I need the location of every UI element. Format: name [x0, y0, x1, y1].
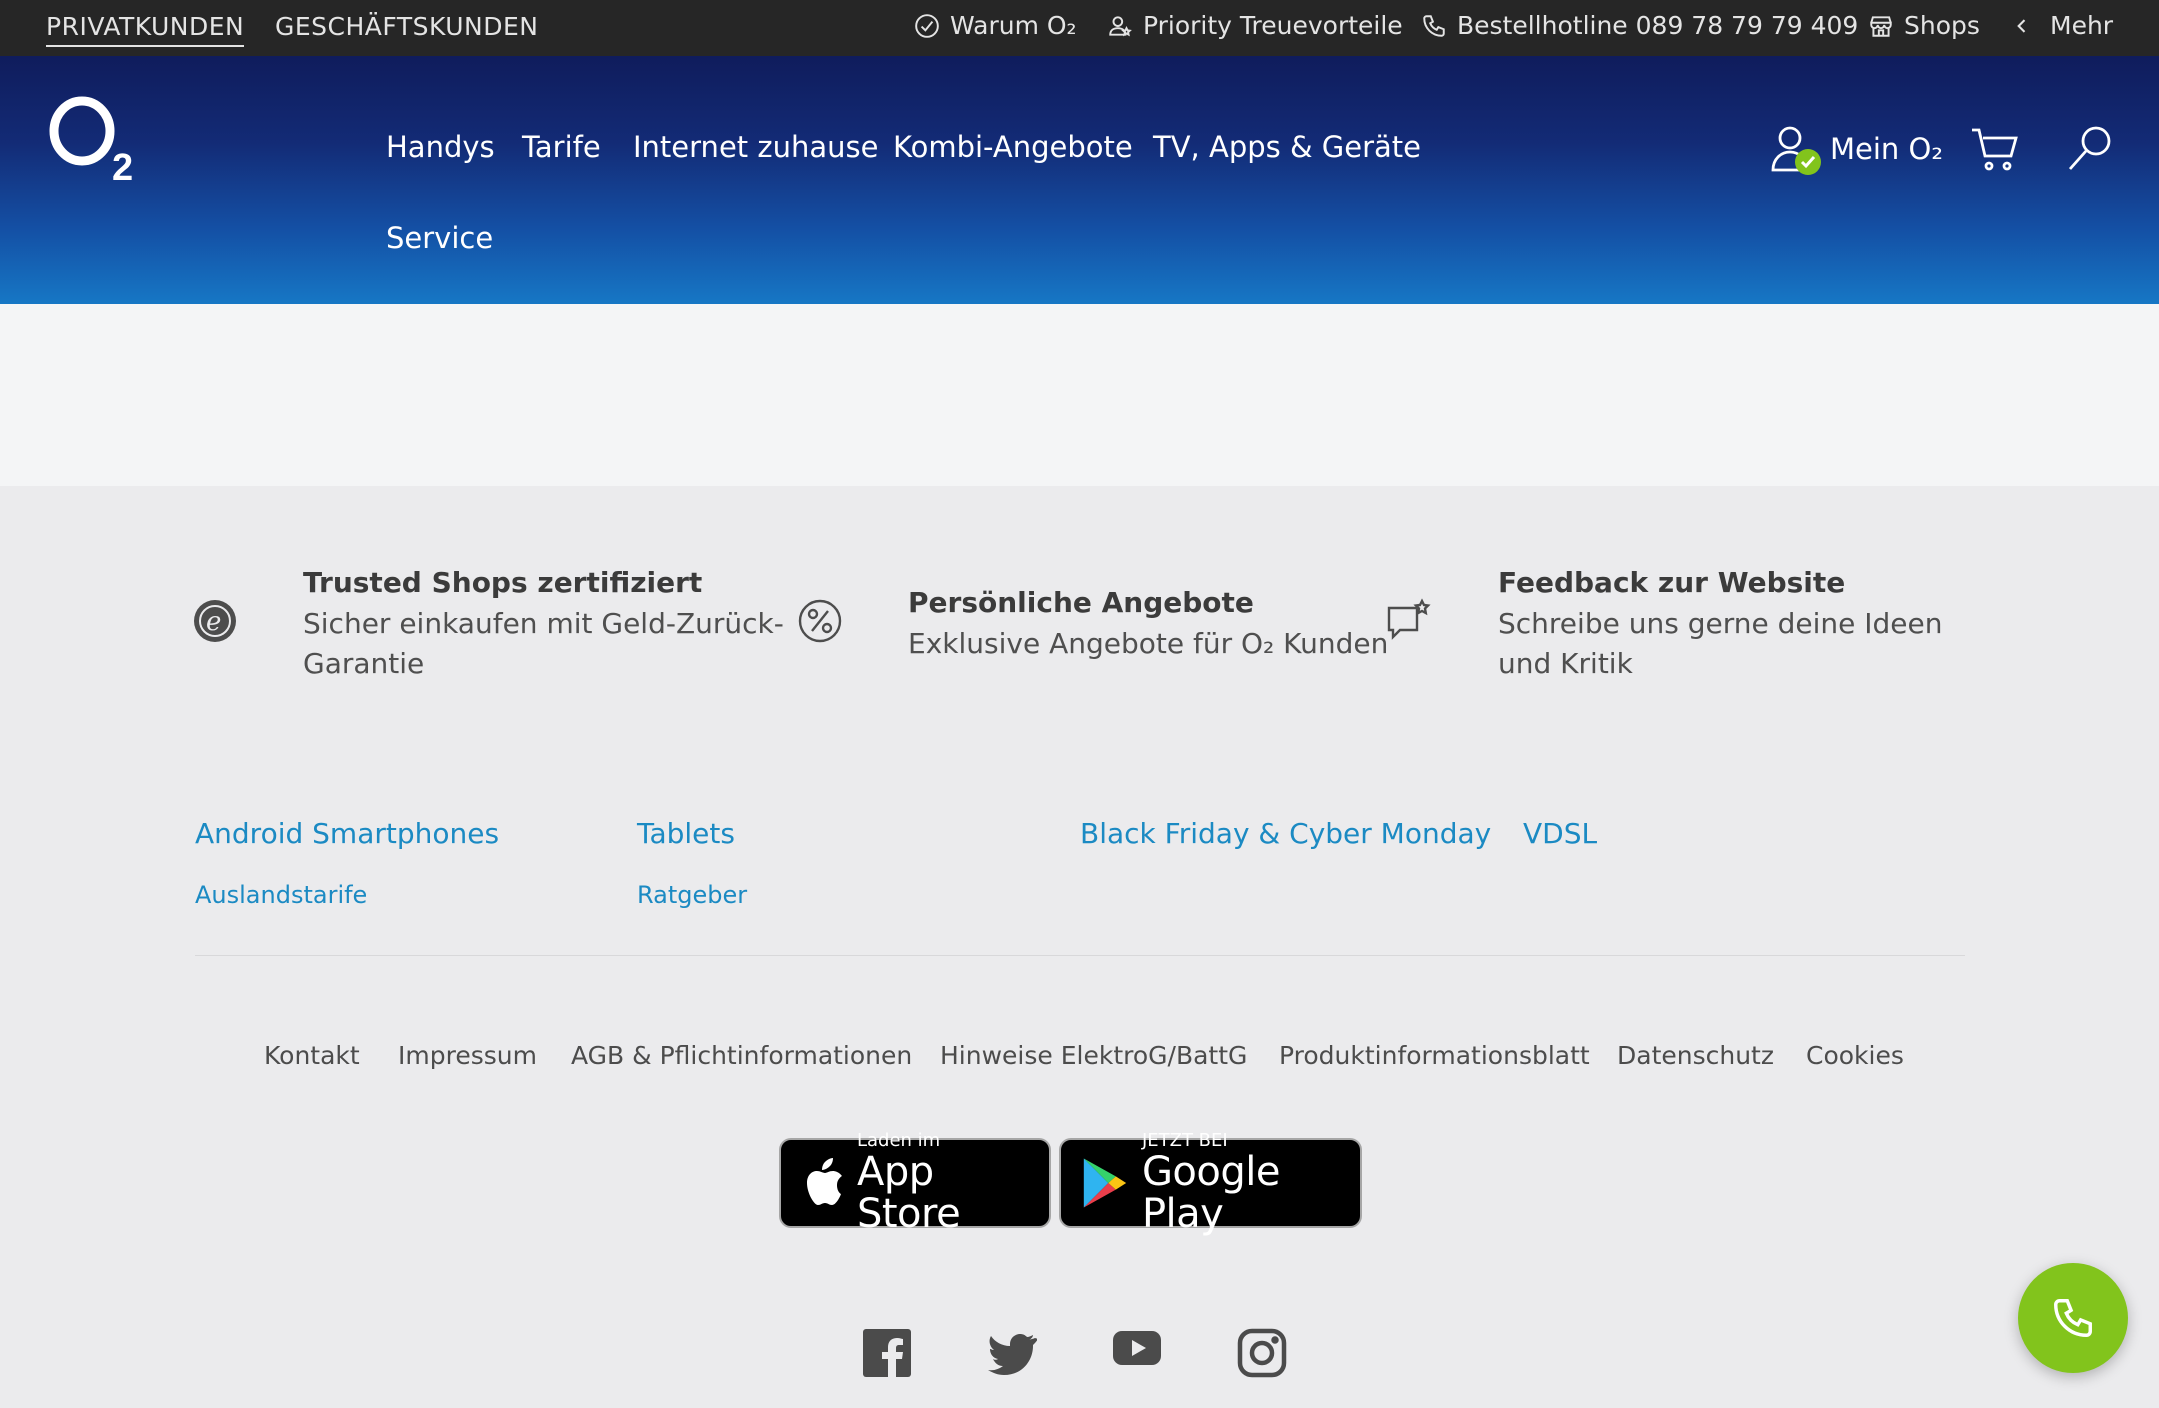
facebook-icon[interactable] — [862, 1328, 912, 1378]
percent-icon — [798, 599, 842, 643]
shops-link[interactable]: Shops — [1868, 11, 1980, 40]
top-bar: PRIVATKUNDEN GESCHÄFTSKUNDEN Warum O₂ Pr… — [0, 0, 2159, 56]
segment-privatkunden[interactable]: PRIVATKUNDEN — [46, 12, 245, 47]
trust-sub-2a: Exklusive Angebote für O₂ Kunden — [908, 627, 1389, 660]
twitter-icon[interactable] — [987, 1328, 1037, 1378]
link-black-friday[interactable]: Black Friday & Cyber Monday — [1080, 817, 1491, 850]
priority-label: Priority Treuevorteile — [1143, 11, 1403, 40]
trust-sub-1a: Sicher einkaufen mit Geld-Zurück- — [303, 607, 784, 640]
user-check-icon[interactable] — [1770, 124, 1826, 180]
search-icon[interactable] — [2066, 124, 2114, 174]
store-icon — [1870, 15, 1892, 37]
google-play-icon — [1083, 1158, 1127, 1208]
svg-text:e: e — [206, 607, 221, 637]
nav-tv-apps-geraete[interactable]: TV, Apps & Geräte — [1153, 130, 1421, 164]
feedback-icon[interactable] — [1386, 598, 1434, 646]
why-o2-label: Warum O₂ — [950, 11, 1077, 40]
o2-logo[interactable]: 2 — [46, 94, 146, 184]
legal-agb[interactable]: AGB & Pflichtinformationen — [571, 1041, 912, 1070]
call-fab-button[interactable] — [2018, 1263, 2128, 1373]
link-tablets[interactable]: Tablets — [637, 817, 735, 850]
trust-title-1: Trusted Shops zertifiziert — [303, 566, 703, 599]
person-star-icon — [1109, 15, 1132, 36]
instagram-icon[interactable] — [1237, 1328, 1287, 1378]
apple-icon — [806, 1158, 842, 1205]
link-ratgeber[interactable]: Ratgeber — [637, 881, 747, 909]
nav-handys[interactable]: Handys — [386, 130, 495, 164]
app-store-small-text: Laden im — [856, 1130, 941, 1151]
hotline-link[interactable]: Bestellhotline 089 78 79 79 409 — [1421, 11, 1858, 40]
chevron-left-icon — [2017, 18, 2026, 33]
legal-elektrog[interactable]: Hinweise ElektroG/BattG — [940, 1041, 1247, 1070]
legal-produktinformationsblatt[interactable]: Produktinformationsblatt — [1279, 1041, 1590, 1070]
mein-o2-link[interactable]: Mein O₂ — [1830, 132, 1943, 166]
why-o2-link[interactable]: Warum O₂ — [914, 11, 1077, 40]
app-store-badge[interactable]: Laden im App Store — [779, 1131, 1051, 1235]
shops-label: Shops — [1904, 11, 1980, 40]
trust-title-2: Persönliche Angebote — [908, 586, 1254, 619]
legal-impressum[interactable]: Impressum — [398, 1041, 537, 1070]
link-android-smartphones[interactable]: Android Smartphones — [195, 817, 499, 850]
legal-datenschutz[interactable]: Datenschutz — [1617, 1041, 1774, 1070]
link-auslandstarife[interactable]: Auslandstarife — [195, 881, 367, 909]
google-play-badge[interactable]: JETZT BEI Google Play — [1059, 1131, 1362, 1235]
nav-tarife[interactable]: Tarife — [522, 130, 601, 164]
nav-kombi-angebote[interactable]: Kombi-Angebote — [893, 130, 1133, 164]
hotline-label: Bestellhotline 089 78 79 79 409 — [1457, 11, 1859, 40]
youtube-icon[interactable] — [1112, 1328, 1162, 1368]
more-label: Mehr — [2050, 11, 2114, 40]
legal-cookies[interactable]: Cookies — [1806, 1041, 1904, 1070]
check-circle-icon — [915, 13, 939, 38]
phone-icon — [1423, 14, 1445, 37]
trust-sub-1b: Garantie — [303, 647, 425, 680]
app-store-big-text: App Store — [856, 1149, 961, 1237]
google-play-small-text: JETZT BEI — [1141, 1130, 1228, 1151]
legal-kontakt[interactable]: Kontakt — [264, 1041, 360, 1070]
nav-service[interactable]: Service — [386, 221, 493, 255]
svg-text:2: 2 — [112, 147, 133, 184]
google-play-big-text: Google Play — [1141, 1149, 1281, 1237]
trust-title-3[interactable]: Feedback zur Website — [1498, 566, 1845, 599]
nav-internet-zuhause[interactable]: Internet zuhause — [633, 130, 878, 164]
priority-link[interactable]: Priority Treuevorteile — [1107, 11, 1403, 40]
cart-icon[interactable] — [1970, 126, 2020, 172]
segment-geschaeftskunden[interactable]: GESCHÄFTSKUNDEN — [275, 12, 538, 41]
phone-icon — [2054, 1299, 2092, 1337]
main-header: 2 Handys Tarife Internet zuhause Kombi-A… — [0, 56, 2159, 304]
content-banner — [0, 304, 2159, 486]
link-vdsl[interactable]: VDSL — [1523, 817, 1597, 850]
trust-sub-3b: und Kritik — [1498, 647, 1633, 680]
footer-divider — [195, 955, 1965, 956]
more-link[interactable]: Mehr — [2012, 11, 2113, 40]
trust-sub-3a: Schreibe uns gerne deine Ideen — [1498, 607, 1943, 640]
trusted-shops-icon: e — [194, 600, 236, 642]
